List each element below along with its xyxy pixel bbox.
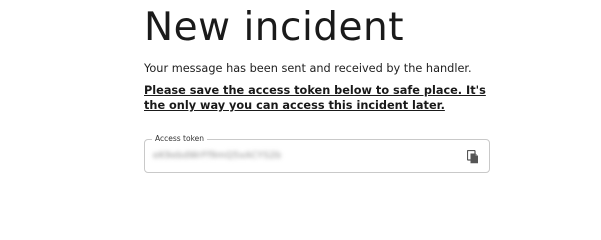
access-token-value[interactable]: eK9ebdWrFf9mQ5xACYS2b bbox=[153, 150, 281, 162]
confirmation-message: Your message has been sent and received … bbox=[144, 62, 472, 75]
access-token-field[interactable]: Access token eK9ebdWrFf9mQ5xACYS2b bbox=[144, 134, 490, 173]
save-token-warning: Please save the access token below to sa… bbox=[144, 84, 486, 112]
page-title: New incident bbox=[144, 5, 405, 50]
access-token-label: Access token bbox=[152, 134, 208, 144]
copy-icon[interactable] bbox=[467, 149, 479, 164]
copy-token-button[interactable] bbox=[465, 148, 481, 165]
